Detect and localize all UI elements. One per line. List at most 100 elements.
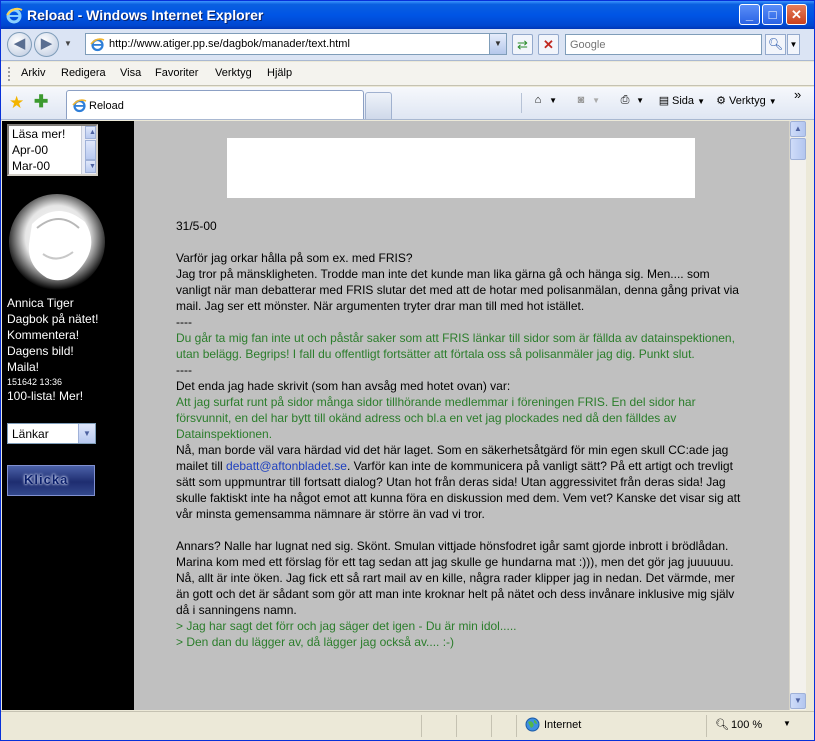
klicka-banner-button[interactable]: Klicka — [7, 465, 95, 496]
status-divider — [706, 715, 707, 737]
chevron-down-icon: ▼ — [697, 97, 706, 106]
search-button[interactable]: 🔍︎ — [765, 34, 786, 55]
page-scrollbar[interactable]: ▲ ▼ — [789, 121, 806, 710]
stop-button[interactable]: ✕ — [538, 34, 559, 55]
scroll-up-arrow-icon[interactable]: ▲ — [790, 121, 806, 137]
gear-icon: ⚙ — [716, 95, 726, 107]
ie-page-icon — [72, 99, 87, 113]
page-menu-label: Sida — [672, 95, 695, 107]
links-select-value: Länkar — [12, 427, 49, 441]
page-icon: ▤ — [658, 95, 670, 107]
maximize-button[interactable]: □ — [762, 4, 783, 25]
scroll-thumb[interactable] — [85, 140, 96, 160]
tools-menu-label: Verktyg — [729, 95, 766, 107]
refresh-button[interactable]: ⇄ — [512, 34, 533, 55]
chevron-down-icon: ▼ — [592, 96, 600, 105]
new-tab-button[interactable] — [365, 92, 392, 119]
status-divider — [491, 715, 492, 737]
quoted-text: Att jag surfat runt på sidor många sidor… — [176, 395, 696, 441]
tab-reload[interactable]: Reload — [66, 90, 364, 119]
author-name: Annica Tiger — [7, 296, 74, 310]
email-link[interactable]: debatt@aftonbladet.se — [226, 459, 347, 473]
back-button[interactable]: ◀ — [7, 32, 32, 57]
links-select[interactable]: Länkar ▼ — [7, 423, 96, 444]
address-toolbar: ◀ ▶ ▼ http://www.atiger.pp.se/dagbok/man… — [1, 29, 814, 61]
ie-logo-icon — [6, 7, 23, 24]
tools-menu-button[interactable]: ⚙ Verktyg ▼ — [713, 94, 777, 107]
menu-favoriter[interactable]: Favoriter — [155, 67, 198, 79]
chevron-down-icon[interactable]: ▼ — [783, 719, 791, 728]
home-button[interactable]: ⌂ ▼ — [530, 94, 557, 106]
sidebar-link-top-list[interactable]: 100-lista! Mer! — [7, 389, 83, 403]
status-divider — [421, 715, 422, 737]
window-title: Reload - Windows Internet Explorer — [27, 7, 264, 23]
chevron-down-icon: ▼ — [494, 39, 502, 48]
archive-listbox[interactable]: Läsa mer! Apr-00 Mar-00 ▲ ▼ — [7, 124, 98, 176]
address-dropdown[interactable]: ▼ — [489, 34, 506, 54]
scroll-up-arrow-icon[interactable]: ▲ — [85, 126, 96, 139]
search-options-dropdown[interactable]: ▼ — [787, 34, 800, 55]
ie-page-icon — [90, 38, 105, 52]
add-favorite-icon[interactable]: ✚ — [34, 92, 48, 112]
chevron-down-icon: ▼ — [549, 96, 557, 105]
toolbar-overflow-button[interactable]: » — [794, 87, 801, 102]
favorites-star-icon[interactable]: ★ — [9, 93, 24, 113]
entry-paragraph: Det enda jag hade skrivit (som han avsåg… — [176, 379, 511, 393]
ad-banner — [227, 138, 695, 198]
home-icon: ⌂ — [534, 94, 542, 106]
arrow-left-icon: ◀ — [13, 35, 26, 52]
minimize-button[interactable]: _ — [739, 4, 760, 25]
entry-date: 31/5-00 — [176, 219, 217, 233]
address-url[interactable]: http://www.atiger.pp.se/dagbok/manader/t… — [109, 38, 350, 50]
forward-button[interactable]: ▶ — [34, 32, 59, 57]
stop-icon: ✕ — [543, 37, 554, 52]
security-zone-label[interactable]: Internet — [544, 719, 581, 731]
search-icon: 🔍︎ — [767, 37, 784, 51]
address-bar[interactable]: http://www.atiger.pp.se/dagbok/manader/t… — [85, 33, 507, 55]
search-input[interactable] — [570, 35, 760, 55]
menu-visa[interactable]: Visa — [120, 67, 141, 79]
toolbar-separator — [521, 93, 522, 113]
klicka-label: Klicka — [24, 472, 69, 487]
menu-arkiv[interactable]: Arkiv — [21, 67, 45, 79]
toolbar-grip[interactable] — [8, 67, 11, 81]
scroll-thumb[interactable] — [790, 138, 806, 160]
author-avatar — [9, 194, 105, 290]
entry-paragraph: Varför jag orkar hålla på som ex. med FR… — [176, 251, 413, 265]
sidebar-link-dagbok[interactable]: Dagbok på nätet! — [7, 312, 98, 326]
zoom-icon[interactable]: 🔍︎ — [715, 718, 729, 731]
tab-label: Reload — [89, 100, 124, 112]
sidebar-link-maila[interactable]: Maila! — [7, 360, 39, 374]
entry-paragraph: Jag tror på mänskligheten. Trodde man in… — [176, 267, 739, 313]
search-box[interactable] — [565, 34, 762, 55]
title-bar[interactable]: Reload - Windows Internet Explorer _ □ ✕ — [1, 1, 814, 29]
chevron-down-icon: ▼ — [768, 97, 777, 106]
close-button[interactable]: ✕ — [786, 4, 807, 25]
quoted-line: > Den dan du lägger av, då lägger jag oc… — [176, 635, 455, 649]
zoom-level[interactable]: 100 % — [731, 719, 762, 731]
chevron-down-icon: ▼ — [636, 96, 644, 105]
quoted-mail: Du går ta mig fan inte ut och påstår sak… — [176, 331, 735, 361]
scroll-down-arrow-icon[interactable]: ▼ — [790, 693, 806, 709]
sidebar-link-kommentera[interactable]: Kommentera! — [7, 328, 79, 342]
sidebar-link-dagens-bild[interactable]: Dagens bild! — [7, 344, 74, 358]
visitor-counter: 151642 13:36 — [7, 377, 63, 387]
feeds-button[interactable]: ◙ ▼ — [573, 94, 600, 106]
rss-icon: ◙ — [577, 94, 585, 106]
menu-verktyg[interactable]: Verktyg — [215, 67, 252, 79]
chevron-down-icon[interactable]: ▼ — [78, 424, 95, 443]
archive-list-scrollbar[interactable]: ▲ ▼ — [81, 126, 96, 174]
page-sidebar: Läsa mer! Apr-00 Mar-00 ▲ ▼ Annica Tiger… — [2, 121, 134, 710]
chevron-down-icon: ▼ — [789, 40, 798, 49]
page-content: 31/5-00 Varför jag orkar hålla på som ex… — [134, 121, 789, 710]
print-button[interactable]: ⎙ ▼ — [617, 94, 644, 107]
status-divider — [456, 715, 457, 737]
menu-hjalp[interactable]: Hjälp — [267, 67, 292, 79]
separator-text: ---- — [176, 363, 192, 377]
tab-toolbar: ★ ✚ Reload ⌂ ▼ ◙ ▼ ⎙ ▼ ▤ Sida ▼ ⚙ Verktyg … — [1, 87, 814, 120]
scroll-down-arrow-icon[interactable]: ▼ — [85, 160, 96, 173]
page-menu-button[interactable]: ▤ Sida ▼ — [656, 94, 705, 107]
recent-pages-dropdown[interactable]: ▼ — [64, 39, 72, 48]
page-viewport: Läsa mer! Apr-00 Mar-00 ▲ ▼ Annica Tiger… — [2, 121, 789, 710]
menu-redigera[interactable]: Redigera — [61, 67, 106, 79]
